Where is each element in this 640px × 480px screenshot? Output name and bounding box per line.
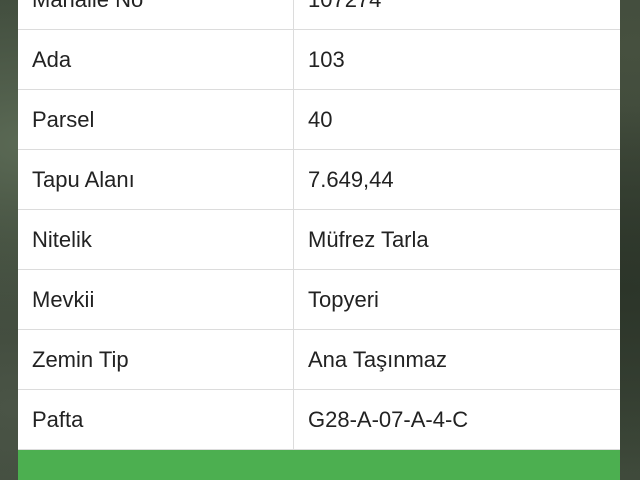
row-label: Pafta: [18, 390, 294, 449]
row-value: 103: [308, 46, 345, 72]
row-value: 40: [308, 106, 333, 132]
row-label: Nitelik: [18, 210, 294, 269]
row-value: Müfrez Tarla: [308, 226, 429, 252]
table-row: Ada 103: [18, 30, 620, 90]
row-label: Zemin Tip: [18, 330, 294, 389]
table-row: Tapu Alanı 7.649,44: [18, 150, 620, 210]
action-button[interactable]: [18, 450, 620, 480]
row-value: G28-A-07-A-4-C: [308, 406, 469, 432]
row-label: Tapu Alanı: [18, 150, 294, 209]
table-row: Mahalle No 107274: [18, 0, 620, 30]
parcel-info-table: Mahalle No 107274 Ada 103 Parsel 40 Tapu…: [18, 0, 620, 450]
row-label: Mahalle No: [18, 0, 294, 29]
row-value: Ana Taşınmaz: [308, 346, 448, 372]
table-row: Nitelik Müfrez Tarla: [18, 210, 620, 270]
row-label: Ada: [18, 30, 294, 89]
row-label: Parsel: [18, 90, 294, 149]
row-label: Mevkii: [18, 270, 294, 329]
row-value: Topyeri: [308, 286, 379, 312]
row-value: 7.649,44: [308, 166, 394, 192]
table-row: Parsel 40: [18, 90, 620, 150]
table-row: Zemin Tip Ana Taşınmaz: [18, 330, 620, 390]
table-row: Mevkii Topyeri: [18, 270, 620, 330]
table-row: Pafta G28-A-07-A-4-C: [18, 390, 620, 450]
row-value: 107274: [294, 0, 620, 29]
